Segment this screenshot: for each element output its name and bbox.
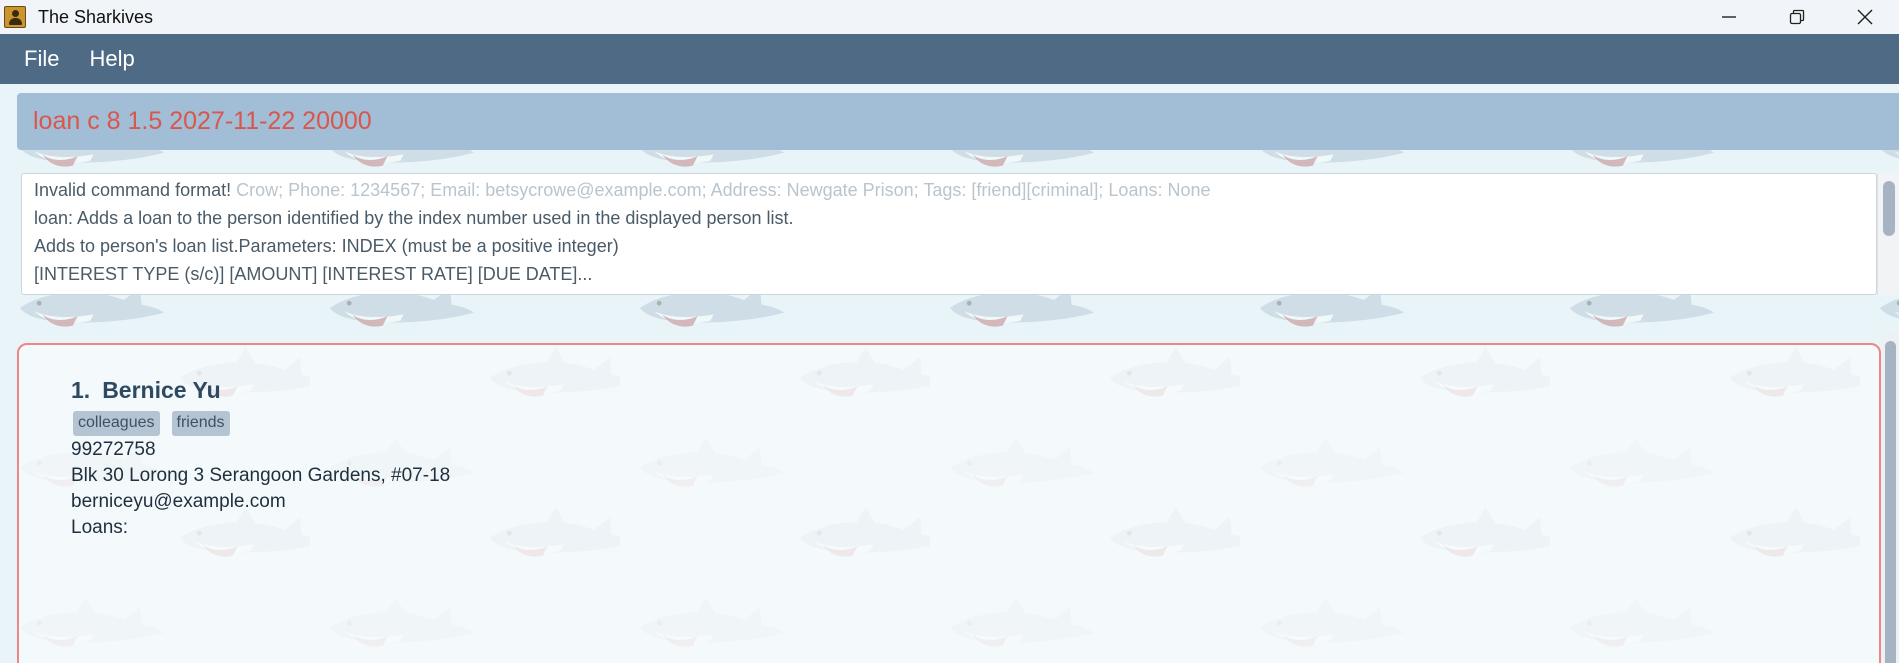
- person-loans-label: Loans:: [71, 517, 129, 538]
- person-list-scrollbar[interactable]: [1881, 333, 1899, 663]
- person-tags: colleagues friends: [73, 411, 242, 436]
- result-ghost-text: Crow; Phone: 1234567; Email: betsycrowe@…: [231, 180, 1211, 200]
- person-address: Blk 30 Lorong 3 Serangoon Gardens, #07-1…: [71, 465, 451, 486]
- result-display[interactable]: Invalid command format! Crow; Phone: 123…: [21, 173, 1877, 295]
- result-error-message: Invalid command format!: [34, 180, 232, 200]
- result-scrollbar[interactable]: [1877, 173, 1899, 295]
- minimize-icon: [1722, 16, 1736, 18]
- menu-bar: File Help: [0, 34, 1899, 84]
- command-input[interactable]: loan c 8 1.5 2027-11-22 20000: [33, 107, 372, 136]
- menu-help[interactable]: Help: [89, 46, 134, 72]
- tag-colleagues: colleagues: [73, 411, 160, 436]
- person-index: 1.: [71, 377, 91, 403]
- close-button[interactable]: [1831, 0, 1899, 34]
- window-title: The Sharkives: [38, 6, 154, 27]
- tag-friends: friends: [171, 411, 230, 436]
- close-icon: [1857, 9, 1873, 25]
- person-email: berniceyu@example.com: [71, 491, 286, 512]
- window-controls: [1695, 0, 1899, 34]
- app-window: The Sharkives File Help loan c 8 1.5 202…: [0, 0, 1899, 663]
- command-input-box[interactable]: loan c 8 1.5 2027-11-22 20000: [17, 93, 1899, 150]
- person-name: Bernice Yu: [102, 377, 221, 403]
- result-line-4: [INTEREST TYPE (s/c)] [AMOUNT] [INTEREST…: [34, 264, 593, 284]
- app-icon: [4, 6, 26, 28]
- person-header: 1. Bernice Yu: [71, 377, 221, 404]
- restore-icon: [1789, 9, 1805, 25]
- result-scrollbar-thumb[interactable]: [1883, 181, 1895, 236]
- minimize-button[interactable]: [1695, 0, 1763, 34]
- person-card[interactable]: 1. Bernice Yu colleagues friends 99272758…: [17, 343, 1881, 663]
- menu-file[interactable]: File: [24, 46, 59, 72]
- title-bar: The Sharkives: [0, 0, 1899, 34]
- person-phone: 99272758: [71, 439, 156, 460]
- result-line-3: Adds to person's loan list.Parameters: I…: [34, 236, 619, 256]
- person-list-scrollbar-thumb[interactable]: [1885, 341, 1896, 663]
- restore-button[interactable]: [1763, 0, 1831, 34]
- result-line-1: Invalid command format! Crow; Phone: 123…: [34, 180, 1211, 201]
- result-line-2: loan: Adds a loan to the person identifi…: [34, 208, 794, 228]
